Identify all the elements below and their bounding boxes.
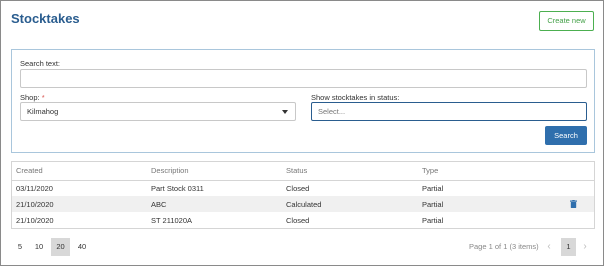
cell-actions: [558, 196, 594, 212]
page-size-40[interactable]: 40: [74, 238, 90, 256]
shop-select-value: Kilmahog: [27, 107, 59, 116]
cell-status: Closed: [286, 215, 310, 225]
filter-panel: Search text: Shop: * Kilmahog Show stock…: [11, 49, 595, 153]
page-size-20[interactable]: 20: [51, 238, 70, 256]
chevron-right-icon[interactable]: ›: [579, 238, 591, 256]
search-text-label: Search text:: [20, 59, 61, 68]
cell-type: Partial: [422, 183, 444, 193]
caret-down-icon: [282, 110, 288, 114]
column-header-actions: [558, 162, 594, 181]
page-size-5[interactable]: 5: [15, 238, 25, 256]
table-row[interactable]: 03/11/2020 Part Stock 0311 Closed Partia…: [12, 180, 594, 196]
column-header-status[interactable]: Status: [286, 162, 422, 181]
cell-description: Part Stock 0311: [151, 183, 204, 193]
create-new-button[interactable]: Create new: [539, 11, 594, 31]
table-header-row: Created Description Status Type: [12, 162, 594, 181]
cell-description: ABC: [151, 196, 286, 212]
page-number-1[interactable]: 1: [561, 238, 576, 256]
cell-status: Calculated: [286, 196, 422, 212]
cell-type: Partial: [422, 215, 444, 225]
status-label: Show stocktakes in status:: [311, 93, 400, 102]
column-header-description[interactable]: Description: [151, 162, 286, 181]
chevron-left-icon[interactable]: ‹: [543, 238, 555, 256]
search-button[interactable]: Search: [545, 126, 587, 145]
status-select-placeholder: Select...: [318, 107, 346, 116]
shop-label-text: Shop:: [20, 93, 40, 102]
column-header-created[interactable]: Created: [12, 162, 151, 181]
shop-select[interactable]: Kilmahog: [20, 102, 296, 121]
cell-created: 21/10/2020: [12, 196, 151, 212]
cell-status: Closed: [286, 183, 310, 193]
column-header-type[interactable]: Type: [422, 162, 558, 181]
cell-actions: [558, 180, 594, 196]
stocktakes-table: Created Description Status Type 03/11/20…: [11, 161, 595, 229]
table-row[interactable]: 21/10/2020 ST 211020A Closed Partial: [12, 212, 594, 228]
table-row[interactable]: 21/10/2020 ABC Calculated Partial: [12, 196, 594, 212]
shop-label: Shop: *: [20, 93, 45, 102]
required-mark: *: [41, 93, 45, 102]
trash-icon[interactable]: [570, 199, 577, 208]
search-text-input[interactable]: [20, 69, 587, 88]
cell-created: 21/10/2020: [16, 215, 54, 225]
page-size-10[interactable]: 10: [32, 238, 46, 256]
page-title: Stocktakes: [11, 11, 80, 26]
cell-actions: [558, 212, 594, 228]
cell-description: ST 211020A: [151, 215, 193, 225]
status-select[interactable]: Select...: [311, 102, 587, 121]
page-info: Page 1 of 1 (3 items): [469, 242, 539, 251]
pagination-bar: 5 10 20 40 Page 1 of 1 (3 items) ‹ 1 ›: [11, 238, 595, 256]
cell-created: 03/11/2020: [16, 183, 53, 193]
cell-type: Partial: [422, 196, 558, 212]
